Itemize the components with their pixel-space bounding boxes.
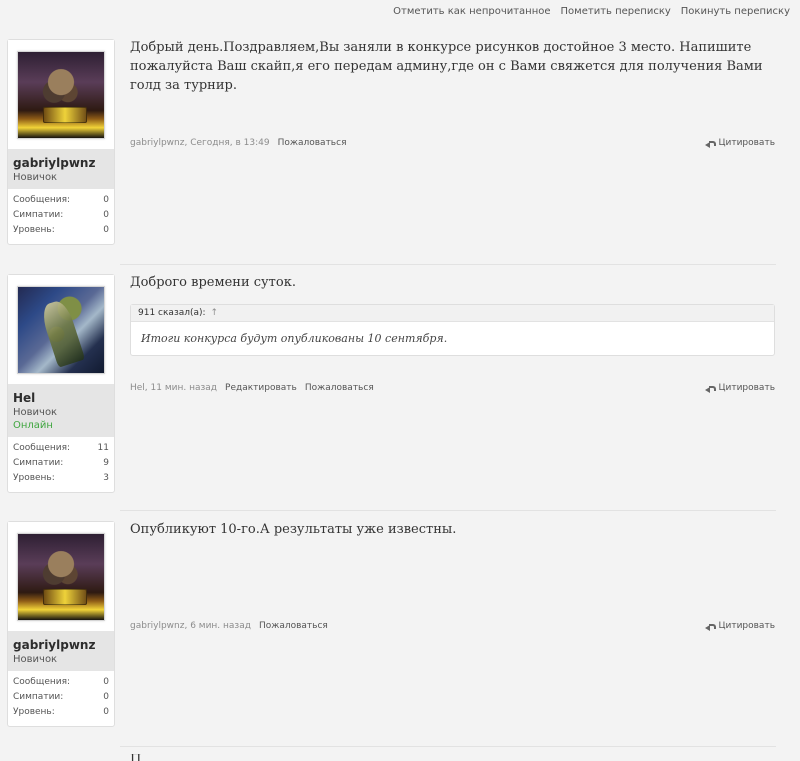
user-card: gabriylpwnz Новичок Сообщения: 0 Симпати…	[7, 39, 115, 245]
stat-value: 0	[103, 677, 109, 687]
stat-row: Уровень: 0	[13, 223, 109, 238]
author-time: Hel, 11 мин. назад	[130, 383, 218, 393]
stat-row: Уровень: 0	[13, 705, 109, 720]
stat-label: Уровень:	[13, 225, 55, 235]
up-arrow-icon[interactable]: ↑	[210, 308, 218, 318]
avatar[interactable]	[17, 285, 105, 374]
edit-link[interactable]: Редактировать	[225, 381, 297, 395]
user-card: gabriylpwnz Новичок Сообщения: 0 Симпати…	[7, 521, 115, 727]
stat-value: 0	[103, 195, 109, 205]
avatar-frame	[8, 275, 114, 384]
stat-value: 9	[103, 458, 109, 468]
reply-arrow-icon	[705, 622, 717, 631]
username[interactable]: gabriylpwnz	[13, 157, 109, 170]
report-link[interactable]: Пожаловаться	[259, 619, 328, 633]
stat-row: Симпатии: 9	[13, 456, 109, 471]
username[interactable]: gabriylpwnz	[13, 639, 109, 652]
post-divider	[120, 746, 776, 747]
quote-label: Цитировать	[718, 138, 775, 148]
stat-label: Симпатии:	[13, 458, 64, 468]
stat-label: Сообщения:	[13, 677, 71, 687]
quote-label: Цитировать	[718, 621, 775, 631]
post-body: Опубликуют 10-го.А результаты уже извест…	[130, 520, 775, 539]
stat-label: Сообщения:	[13, 195, 71, 205]
stat-value: 0	[103, 210, 109, 220]
report-link[interactable]: Пожаловаться	[278, 136, 347, 150]
quote-block: 911 сказал(а): ↑ Итоги конкурса будут оп…	[130, 304, 775, 356]
stat-value: 11	[97, 443, 109, 453]
post-meta: gabriylpwnz, Сегодня, в 13:49 Пожаловать…	[130, 136, 775, 150]
leave-conversation-link[interactable]: Покинуть переписку	[681, 6, 790, 17]
stat-value: 0	[103, 692, 109, 702]
stat-row: Симпатии: 0	[13, 690, 109, 705]
stat-label: Уровень:	[13, 473, 55, 483]
user-meta: gabriylpwnz Новичок	[8, 631, 114, 671]
message-text: Доброго времени суток.	[130, 275, 296, 290]
user-stats: Сообщения: 0 Симпатии: 0 Уровень: 0	[8, 671, 114, 726]
avatar-frame	[8, 40, 114, 149]
author-time: gabriylpwnz, Сегодня, в 13:49	[130, 138, 270, 148]
post-meta-left: gabriylpwnz, 6 мин. назад Пожаловаться	[130, 619, 328, 633]
online-status: Онлайн	[13, 420, 53, 431]
post-body: Доброго времени суток. 911 сказал(а): ↑ …	[130, 273, 775, 356]
user-stats: Сообщения: 0 Симпатии: 0 Уровень: 0	[8, 189, 114, 244]
stat-row: Уровень: 3	[13, 471, 109, 486]
post-meta-left: gabriylpwnz, Сегодня, в 13:49 Пожаловать…	[130, 136, 346, 150]
quote-label: Цитировать	[718, 383, 775, 393]
stat-label: Сообщения:	[13, 443, 71, 453]
post-meta: Hel, 11 мин. назад Редактировать Пожалов…	[130, 381, 775, 395]
post-meta: gabriylpwnz, 6 мин. назад Пожаловаться Ц…	[130, 619, 775, 633]
quote-button[interactable]: Цитировать	[705, 136, 775, 150]
user-meta: Hel Новичок Онлайн	[8, 384, 114, 437]
mark-unread-link[interactable]: Отметить как непрочитанное	[393, 6, 550, 17]
reply-arrow-icon	[705, 384, 717, 393]
post-body: Добрый день.Поздравляем,Вы заняли в конк…	[130, 38, 775, 95]
quote-text: Итоги конкурса будут опубликованы 10 сен…	[141, 332, 448, 345]
stat-row: Сообщения: 0	[13, 675, 109, 690]
quote-button[interactable]: Цитировать	[705, 619, 775, 633]
stat-label: Симпатии:	[13, 210, 64, 220]
message-text: Опубликуют 10-го.А результаты уже извест…	[130, 522, 457, 537]
post-divider	[120, 510, 776, 511]
reply-arrow-icon	[705, 139, 717, 148]
post-meta-left: Hel, 11 мин. назад Редактировать Пожалов…	[130, 381, 374, 395]
username[interactable]: Hel	[13, 392, 109, 405]
quote-header: 911 сказал(а): ↑	[131, 305, 774, 322]
user-rank: Новичок	[13, 654, 58, 665]
conversation-toolbar: Отметить как непрочитанное Пометить пере…	[0, 0, 800, 22]
avatar[interactable]	[17, 50, 105, 139]
quote-author: 911 сказал(а):	[138, 308, 206, 318]
user-rank: Новичок	[13, 407, 58, 418]
stat-value: 0	[103, 225, 109, 235]
user-meta: gabriylpwnz Новичок	[8, 149, 114, 189]
post-divider	[120, 264, 776, 265]
user-card: Hel Новичок Онлайн Сообщения: 11 Симпати…	[7, 274, 115, 493]
message-text: Добрый день.Поздравляем,Вы заняли в конк…	[130, 40, 763, 93]
stat-value: 0	[103, 707, 109, 717]
author-time: gabriylpwnz, 6 мин. назад	[130, 621, 251, 631]
avatar-frame	[8, 522, 114, 631]
user-stats: Сообщения: 11 Симпатии: 9 Уровень: 3	[8, 437, 114, 492]
stat-row: Сообщения: 0	[13, 193, 109, 208]
stat-value: 3	[103, 473, 109, 483]
mark-conversation-link[interactable]: Пометить переписку	[561, 6, 671, 17]
stat-label: Симпатии:	[13, 692, 64, 702]
stat-row: Симпатии: 0	[13, 208, 109, 223]
report-link[interactable]: Пожаловаться	[305, 381, 374, 395]
user-rank: Новичок	[13, 172, 58, 183]
stat-row: Сообщения: 11	[13, 441, 109, 456]
stat-label: Уровень:	[13, 707, 55, 717]
next-post-fragment: П	[130, 754, 160, 761]
avatar[interactable]	[17, 532, 105, 621]
quote-button[interactable]: Цитировать	[705, 381, 775, 395]
